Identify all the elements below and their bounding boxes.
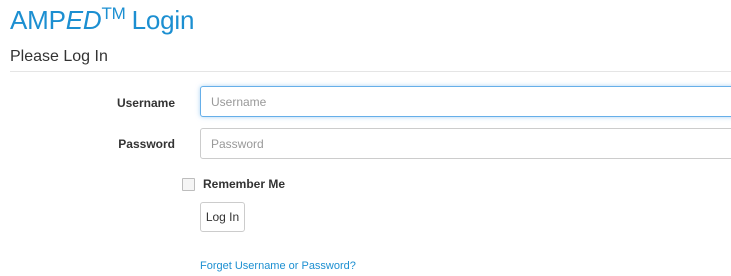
username-label: Username — [116, 96, 175, 110]
remember-me-row[interactable]: Remember Me — [182, 177, 285, 191]
page-title: AMPEDTM Login — [10, 4, 195, 39]
forgot-credentials-link[interactable]: Forget Username or Password? — [200, 260, 356, 272]
header-divider — [10, 71, 731, 72]
brand-italic: ED — [65, 5, 102, 35]
login-button[interactable]: Log In — [200, 202, 245, 232]
password-label: Password — [118, 137, 175, 151]
remember-me-label[interactable]: Remember Me — [203, 177, 285, 191]
login-page: AMPEDTM Login Please Log In Username Pass… — [0, 0, 731, 276]
title-suffix: Login — [131, 5, 195, 35]
remember-me-checkbox[interactable] — [182, 177, 195, 191]
page-subtitle: Please Log In — [10, 48, 108, 65]
password-input[interactable] — [200, 128, 731, 159]
username-input[interactable] — [200, 86, 731, 117]
trademark-mark: TM — [101, 4, 126, 23]
brand-prefix: AMP — [10, 5, 66, 35]
